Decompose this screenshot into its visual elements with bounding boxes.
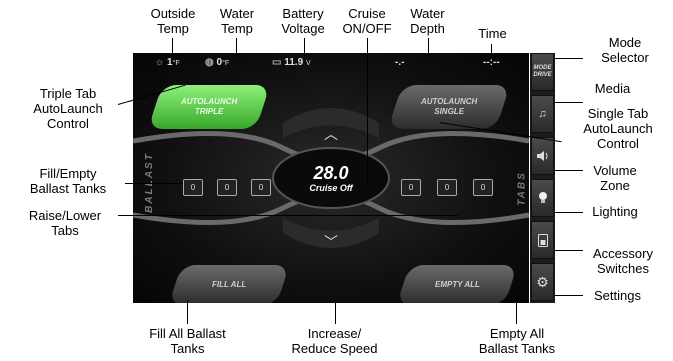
ballast-tank-right-3[interactable]: 0 [473,179,493,196]
cruise-status: Cruise Off [309,183,353,193]
leader-fill-all [187,300,188,324]
callout-lighting: Lighting [592,204,638,219]
leader-empty-all [516,300,517,324]
fill-all-button[interactable]: FILL ALL [168,265,290,303]
leader-battery [304,38,305,56]
status-outside-temp: ☼ 1°F [155,57,180,68]
status-water-temp: ◍ 0°F [205,57,229,68]
leader-fill-empty [125,183,183,184]
status-time: --:-- [483,57,500,68]
fill-all-label: FILL ALL [211,280,247,289]
ballast-tank-right-1[interactable]: 0 [401,179,421,196]
callout-fill-all-ballast: Fill All Ballast Tanks [149,326,226,356]
switch-icon [537,233,548,247]
callout-cruise-onoff: Cruise ON/OFF [342,6,392,36]
speaker-icon [536,151,547,161]
status-depth: -.- [395,57,405,68]
sun-icon: ☼ [155,57,165,68]
callout-triple-tab: Triple Tab AutoLaunch Control [33,86,103,131]
water-drop-icon: ◍ [205,57,214,68]
gear-icon: ⚙ [536,273,549,290]
leader-increase [335,300,336,324]
lightbulb-icon [538,192,547,203]
leader-cruise [367,38,368,186]
leader-water-depth [428,38,429,56]
music-note-icon: ♫ [538,108,547,120]
tabs-label: TABS [516,171,528,206]
volume-zone-button[interactable] [531,137,554,175]
helm-display: ☼ 1°F ◍ 0°F ▭ 11.9 V -.- --:-- AUTOLAUNC… [133,53,529,303]
chevron-down-icon: ﹀ [324,234,338,250]
ballast-tank-right-2[interactable]: 0 [437,179,457,196]
increase-speed-button[interactable]: ︿ [319,127,343,141]
autolaunch-triple-button[interactable]: AUTOLAUNCH TRIPLE [147,85,271,129]
settings-button[interactable]: ⚙ [531,263,554,301]
empty-all-label: EMPTY ALL [434,280,480,289]
mode-selector-button[interactable]: MODE DRIVE [531,53,554,91]
callout-battery-voltage: Battery Voltage [281,6,325,36]
battery-icon: ▭ [272,57,282,68]
leader-volume [555,170,583,171]
callout-media: Media [594,81,631,96]
empty-all-button[interactable]: EMPTY ALL [396,265,518,303]
speed-value: 28.0 [313,163,349,183]
status-battery: ▭ 11.9 V [272,57,311,68]
right-sidebar: MODE DRIVE ♫ ⚙ [530,53,555,303]
battery-value: 11.9 [284,57,304,68]
ballast-tank-left-3[interactable]: 0 [251,179,271,196]
callout-increase-reduce: Increase/ Reduce Speed [291,326,378,356]
battery-unit: V [305,60,311,67]
autolaunch-single-label: AUTOLAUNCH SINGLE [420,97,478,116]
autolaunch-triple-label: AUTOLAUNCH TRIPLE [180,97,238,116]
leader-outside-temp [172,38,173,56]
leader-raise-lower [118,215,458,216]
leader-water-temp [236,38,237,56]
reduce-speed-button[interactable]: ﹀ [319,235,343,249]
lighting-button[interactable] [531,179,554,217]
leader-media [555,102,583,103]
autolaunch-single-button[interactable]: AUTOLAUNCH SINGLE [387,85,511,129]
ballast-tank-left-1[interactable]: 0 [183,179,203,196]
leader-lighting [555,212,583,213]
callout-accessory: Accessory Switches [593,246,653,276]
callout-water-temp: Water Temp [219,6,255,36]
callout-volume-zone: Volume Zone [593,163,637,193]
outside-temp-unit: °F [172,60,180,67]
leader-time [491,44,492,58]
speed-readout[interactable]: 28.0 Cruise Off [283,163,379,193]
callout-single-tab: Single Tab AutoLaunch Control [583,106,653,151]
callout-fill-empty: Fill/Empty Ballast Tanks [29,166,107,196]
callout-mode-selector: Mode Selector [601,35,649,65]
callout-settings: Settings [594,288,641,303]
leader-mode [555,58,583,59]
media-button[interactable]: ♫ [531,95,554,133]
ballast-tank-left-2[interactable]: 0 [217,179,237,196]
leader-accessory [555,250,583,251]
accessory-switches-button[interactable] [531,221,554,259]
callout-outside-temp: Outside Temp [150,6,196,36]
leader-settings [555,295,583,296]
callout-time: Time [478,26,507,41]
water-temp-unit: °F [222,60,230,67]
callout-empty-all-ballast: Empty All Ballast Tanks [478,326,556,356]
callout-raise-lower: Raise/Lower Tabs [28,208,102,238]
callout-water-depth: Water Depth [410,6,445,36]
chevron-up-icon: ︿ [324,126,338,142]
